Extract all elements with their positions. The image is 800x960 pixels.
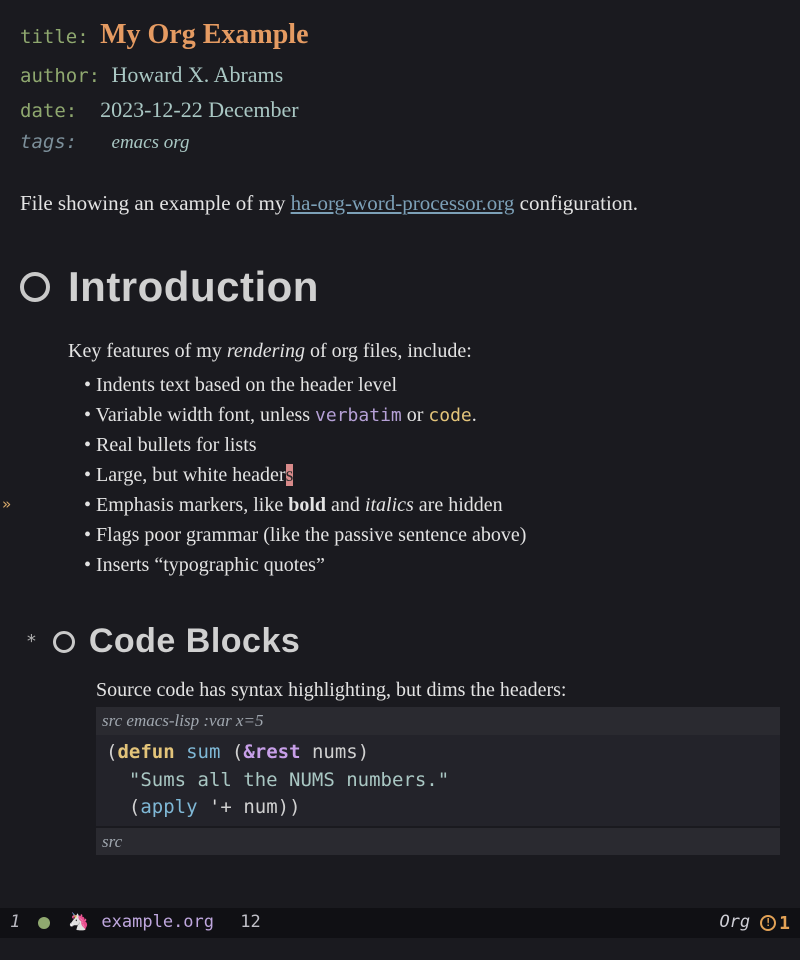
document-tags: emacs org: [112, 132, 190, 153]
meta-key-title: title:: [20, 26, 89, 48]
buffer-name[interactable]: example.org: [101, 910, 214, 936]
li-text: or: [402, 404, 429, 426]
introduction-body: Key features of my rendering of org file…: [68, 336, 780, 580]
warning-icon: !: [760, 915, 776, 931]
paren: num)): [232, 796, 301, 818]
verbatim-text: verbatim: [315, 405, 402, 426]
paren: (: [220, 741, 243, 763]
emacs-icon: 🦄: [68, 910, 89, 936]
text-cursor: s: [286, 464, 294, 486]
major-mode[interactable]: Org: [719, 910, 750, 936]
special: &rest: [243, 741, 300, 763]
mode-line[interactable]: 1 🦄 example.org 12 Org !1: [0, 908, 800, 938]
list-item: Real bullets for lists: [84, 430, 780, 460]
source-para: Source code has syntax highlighting, but…: [96, 675, 780, 705]
lead-para: Key features of my rendering of org file…: [68, 336, 780, 366]
meta-author-row: author: Howard X. Abrams: [20, 58, 780, 91]
li-text: Real bullets for lists: [96, 434, 257, 456]
lead-em: rendering: [227, 340, 305, 362]
li-text: Inserts “typographic quotes”: [96, 554, 325, 576]
docstring: "Sums all the NUMS numbers.": [106, 769, 449, 791]
buffer-state-icon: [38, 917, 50, 929]
variable: nums: [312, 741, 358, 763]
li-text: Flags poor grammar (like the passive sen…: [96, 524, 526, 546]
fringe-marker-icon: »: [2, 493, 11, 516]
function-name: sum: [186, 741, 220, 763]
document-author: Howard X. Abrams: [112, 62, 284, 87]
intro-paragraph: File showing an example of my ha-org-wor…: [20, 188, 780, 220]
paren: (: [106, 796, 140, 818]
meta-key-author: author:: [20, 65, 100, 87]
quote: ': [198, 796, 221, 818]
ws: [301, 741, 312, 763]
operator: +: [220, 796, 231, 818]
intro-after: configuration.: [514, 191, 638, 215]
lead-a: Key features of my: [68, 340, 227, 362]
heading-bullet-icon: [53, 631, 75, 653]
config-link[interactable]: ha-org-word-processor.org: [291, 191, 515, 215]
function-name: apply: [140, 796, 197, 818]
meta-key-date: date:: [20, 100, 77, 122]
list-item: Emphasis markers, like bold and italics …: [84, 490, 780, 520]
meta-key-tags: tags:: [20, 131, 77, 153]
list-item: Indents text based on the header level: [84, 370, 780, 400]
minibuffer[interactable]: [0, 938, 800, 960]
code-blocks-body: Source code has syntax highlighting, but…: [96, 675, 780, 856]
flycheck-error-indicator[interactable]: !1: [760, 910, 790, 937]
intro-before: File showing an example of my: [20, 191, 291, 215]
list-item: Inserts “typographic quotes”: [84, 550, 780, 580]
paren: (: [106, 741, 117, 763]
li-text: .: [472, 404, 477, 426]
error-count: 1: [779, 910, 790, 937]
src-args: emacs-lisp :var x=5: [126, 711, 263, 730]
li-text: Large, but white header: [96, 464, 286, 486]
lead-b: of org files, include:: [305, 340, 472, 362]
list-item: Variable width font, unless verbatim or …: [84, 400, 780, 430]
ws: [175, 741, 186, 763]
li-text: Emphasis markers, like: [96, 494, 288, 516]
li-text: are hidden: [414, 494, 503, 516]
window-number: 1: [10, 910, 20, 936]
keyword: defun: [117, 741, 174, 763]
li-text: Variable width font, unless: [96, 404, 315, 426]
code-text: code: [428, 405, 471, 426]
li-text: and: [326, 494, 365, 516]
heading-text: Introduction: [68, 255, 319, 318]
editor-buffer[interactable]: title: My Org Example author: Howard X. …: [0, 0, 800, 856]
paren: ): [358, 741, 369, 763]
heading-text: Code Blocks: [89, 616, 300, 667]
meta-title-row: title: My Org Example: [20, 14, 780, 56]
meta-tags-row: tags: emacs org: [20, 128, 780, 158]
heading-introduction[interactable]: Introduction: [20, 255, 780, 318]
italic-text: italics: [365, 494, 414, 516]
star-marker: *: [26, 628, 37, 655]
heading-bullet-icon: [20, 272, 50, 302]
document-title: My Org Example: [100, 19, 308, 50]
feature-list: Indents text based on the header level V…: [84, 370, 780, 580]
list-item: Large, but white headers: [84, 460, 780, 490]
meta-date-row: date: 2023-12-22 December: [20, 93, 780, 126]
document-date: 2023-12-22 December: [100, 97, 299, 122]
bold-text: bold: [288, 494, 326, 516]
source-code[interactable]: (defun sum (&rest nums) "Sums all the NU…: [96, 735, 780, 826]
src-keyword: src: [102, 711, 126, 730]
li-text: Indents text based on the header level: [96, 374, 397, 396]
src-end: src: [96, 828, 780, 856]
line-number: 12: [240, 910, 260, 936]
heading-code-blocks[interactable]: * Code Blocks: [26, 616, 780, 667]
src-begin: src emacs-lisp :var x=5: [96, 707, 780, 735]
list-item: Flags poor grammar (like the passive sen…: [84, 520, 780, 550]
